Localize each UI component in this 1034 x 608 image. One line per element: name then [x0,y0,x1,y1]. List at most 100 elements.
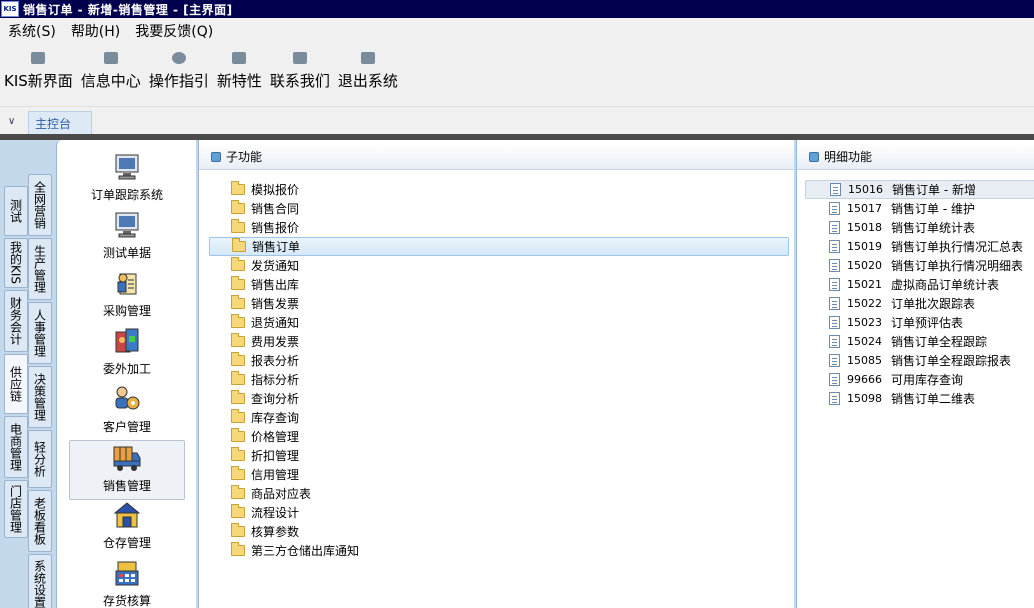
folder-icon [231,276,245,290]
guide-button[interactable]: 操作指引 [149,44,209,106]
star-box-icon [232,52,247,64]
module-inventory-accounting[interactable]: 存货核算 [69,556,185,608]
tool-label: KIS新界面 [4,72,73,90]
list-item[interactable]: 15098 销售订单二维表 [805,389,1034,408]
mail-icon [103,52,118,64]
list-item[interactable]: 商品对应表 [209,484,789,503]
folder-label: 第三方仓储出库通知 [251,544,360,558]
list-item[interactable]: 指标分析 [209,370,789,389]
function-code: 15021 [847,278,882,291]
list-item[interactable]: 15085 销售订单全程跟踪报表 [805,351,1034,370]
folder-label: 折扣管理 [251,449,300,463]
truck-icon [113,446,141,471]
tab-strip: ∨ 主控台 [0,106,1034,135]
list-item[interactable]: 15017 销售订单 - 维护 [805,199,1034,218]
tab-test[interactable]: 测试 [4,186,28,236]
list-item[interactable]: 第三方仓储出库通知 [209,541,789,560]
module-test-documents[interactable]: 测试单据 [69,208,185,268]
list-item-selected[interactable]: 销售订单 [209,237,789,256]
chevron-down-icon[interactable]: ∨ [8,117,18,127]
tab-label: 财务会计 [8,297,23,345]
tab-ecommerce[interactable]: 电商管理 [4,416,28,478]
folder-icon [231,333,245,347]
list-item[interactable]: 15018 销售订单统计表 [805,218,1034,237]
folder-label: 核算参数 [251,525,300,539]
function-label: 虚拟商品订单统计表 [891,278,1000,292]
tab-finance[interactable]: 财务会计 [4,290,28,352]
tab-boss-board[interactable]: 老板看板 [28,490,52,552]
module-warehouse[interactable]: 仓存管理 [69,498,185,558]
list-item[interactable]: 流程设计 [209,503,789,522]
folder-icon [231,257,245,271]
inner-category-tabs: 全网营销 生产管理 人事管理 决策管理 轻分析 老板看板 系统设置 [28,170,54,608]
tab-light-analysis[interactable]: 轻分析 [28,430,52,488]
list-item[interactable]: 查询分析 [209,389,789,408]
list-item[interactable]: 折扣管理 [209,446,789,465]
folder-icon [231,485,245,499]
message-center-button[interactable]: 信息中心 [81,44,141,106]
module-customer[interactable]: 客户管理 [69,382,185,442]
tab-decision[interactable]: 决策管理 [28,366,52,428]
list-item[interactable]: 信用管理 [209,465,789,484]
list-item[interactable]: 退货通知 [209,313,789,332]
list-item[interactable]: 费用发票 [209,332,789,351]
tab-supply-chain[interactable]: 供应链 [4,354,28,414]
list-item[interactable]: 99666 可用库存查询 [805,370,1034,389]
tab-label: 电商管理 [8,423,23,471]
customer-icon [115,386,140,410]
list-item[interactable]: 销售合同 [209,199,789,218]
list-item[interactable]: 15021 虚拟商品订单统计表 [805,275,1034,294]
tab-system-settings[interactable]: 系统设置 [28,554,52,608]
folder-icon [231,428,245,442]
list-item[interactable]: 模拟报价 [209,180,789,199]
compass-icon [171,52,186,64]
list-item[interactable]: 发货通知 [209,256,789,275]
folder-label: 价格管理 [251,430,300,444]
list-item[interactable]: 报表分析 [209,351,789,370]
list-item[interactable]: 销售发票 [209,294,789,313]
list-item[interactable]: 价格管理 [209,427,789,446]
menu-system[interactable]: 系统(S) [8,21,56,41]
list-item-selected[interactable]: 15016 销售订单 - 新增 [805,180,1034,199]
tab-store[interactable]: 门店管理 [4,480,28,538]
new-features-button[interactable]: 新特性 [217,44,262,106]
list-item[interactable]: 15022 订单批次跟踪表 [805,294,1034,313]
window-title: 销售订单 - 新增-销售管理 - [主界面] [23,2,233,17]
tool-label: 信息中心 [80,72,141,90]
menu-help[interactable]: 帮助(H) [71,21,120,41]
menu-feedback[interactable]: 我要反馈(Q) [135,21,213,41]
function-label: 销售订单全程跟踪 [891,335,988,349]
list-item[interactable]: 15020 销售订单执行情况明细表 [805,256,1034,275]
tab-main-console[interactable]: 主控台 [28,111,92,135]
list-item[interactable]: 15024 销售订单全程跟踪 [805,332,1034,351]
tab-hr[interactable]: 人事管理 [28,302,52,364]
tab-my-kis[interactable]: 我的KIS [4,238,28,288]
folder-icon [231,466,245,480]
list-item[interactable]: 核算参数 [209,522,789,541]
folder-label: 销售合同 [251,202,300,216]
list-item[interactable]: 销售出库 [209,275,789,294]
tab-marketing[interactable]: 全网营销 [28,174,52,236]
contact-us-button[interactable]: 联系我们 [270,44,330,106]
list-item[interactable]: 销售报价 [209,218,789,237]
document-icon [829,392,840,405]
layout-icon [31,52,46,64]
folder-label: 查询分析 [251,392,300,406]
list-item[interactable]: 库存查询 [209,408,789,427]
module-label: 存货核算 [102,594,151,608]
module-outsourcing[interactable]: 委外加工 [69,324,185,384]
module-order-tracking[interactable]: 订单跟踪系统 [69,150,185,210]
kis-new-ui-button[interactable]: KIS新界面 [4,44,73,106]
module-purchase[interactable]: 采购管理 [69,266,185,326]
detail-function-header: 明细功能 [797,144,1034,170]
document-icon [829,202,840,215]
tool-label: 操作指引 [148,72,209,90]
function-label: 销售订单执行情况汇总表 [891,240,1024,254]
folder-label: 退货通知 [251,316,300,330]
list-item[interactable]: 15023 订单预评估表 [805,313,1034,332]
list-item[interactable]: 15019 销售订单执行情况汇总表 [805,237,1034,256]
exit-system-button[interactable]: 退出系统 [338,44,398,106]
tab-production[interactable]: 生产管理 [28,238,52,300]
module-label: 采购管理 [102,304,151,318]
module-sales[interactable]: 销售管理 [69,440,185,500]
